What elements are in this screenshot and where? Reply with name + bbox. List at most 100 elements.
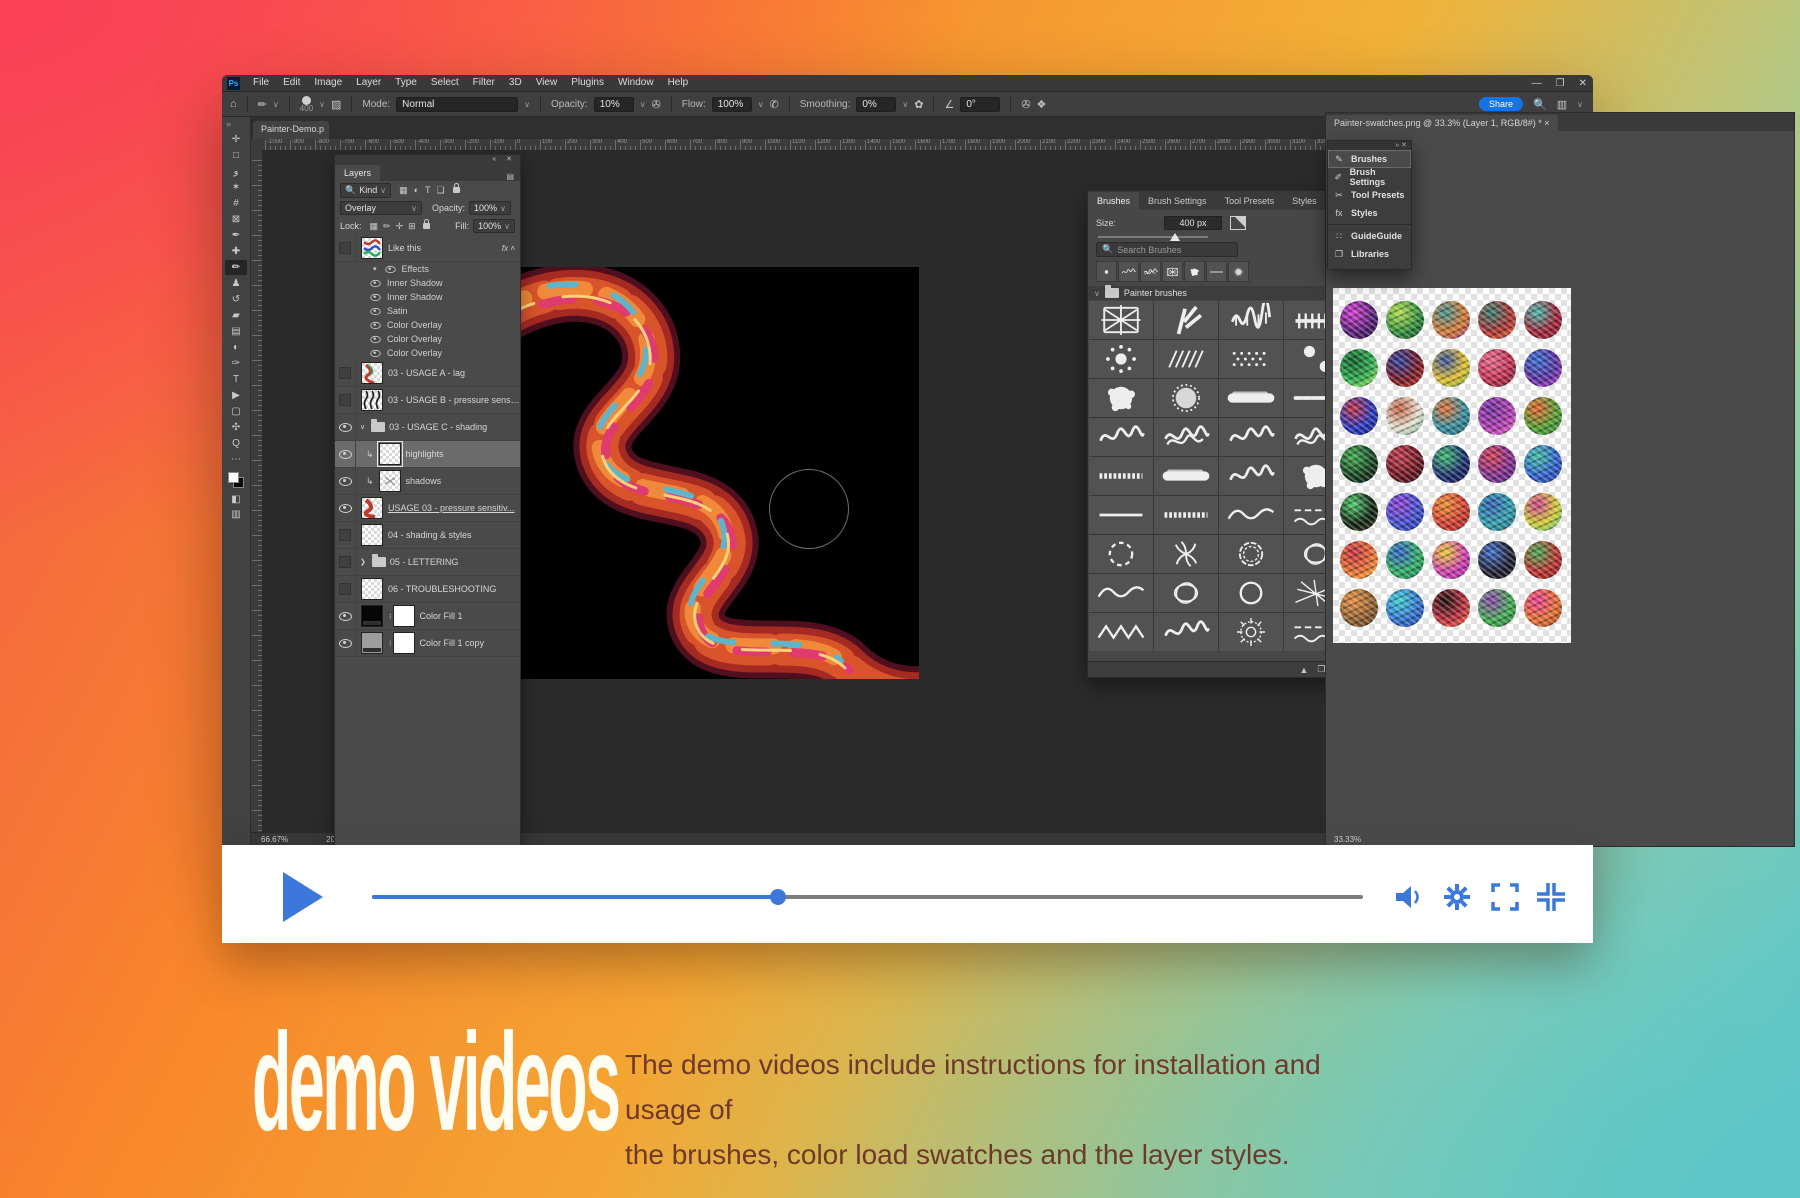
flow-dropdown[interactable]: ∨ [758, 100, 764, 109]
brush-preset-wave[interactable] [1089, 574, 1153, 612]
smoothing-field[interactable]: 0% [856, 97, 896, 112]
group-expander[interactable]: ∨ [360, 423, 365, 431]
layer-row[interactable]: ↳shadows [335, 468, 520, 495]
blend-mode-select[interactable]: Overlay ∨ [340, 201, 422, 215]
slider-thumb[interactable] [1170, 233, 1180, 241]
share-button[interactable]: Share [1479, 97, 1523, 111]
menu-plugins[interactable]: Plugins [564, 75, 611, 91]
layer-name[interactable]: Color Fill 1 copy [420, 638, 520, 648]
mode-select[interactable]: Normal [396, 97, 518, 112]
workspace-icon[interactable]: ▥ [1557, 98, 1567, 111]
effect-visibility-eye[interactable] [370, 349, 380, 356]
brush-preset-scribblecircle[interactable] [1154, 574, 1218, 612]
visibility-toggle[interactable] [335, 603, 356, 629]
tab-brush-settings[interactable]: Brush Settings [1139, 192, 1216, 210]
flyout-tool-presets[interactable]: ✂Tool Presets [1328, 186, 1411, 204]
recent-brush-blob[interactable] [1184, 261, 1205, 282]
recent-brush-speckle[interactable] [1228, 261, 1249, 282]
layer-thumbnail[interactable] [379, 470, 401, 492]
visibility-toggle[interactable] [335, 576, 356, 602]
fill-swatch-thumbnail[interactable] [361, 605, 383, 627]
gradient-tool[interactable]: ▤ [225, 324, 247, 339]
flow-field[interactable]: 100% [712, 97, 752, 112]
airbrush-icon[interactable]: ✆ [770, 98, 779, 111]
effect-visibility-eye[interactable] [370, 321, 380, 328]
settings-gear-icon[interactable] [1441, 881, 1473, 913]
brush-preset-scribble[interactable] [1154, 613, 1218, 651]
mode-dropdown[interactable]: ∨ [524, 100, 530, 109]
filter-type-icon[interactable]: T [425, 185, 431, 196]
effect-row[interactable]: Color Overlay [335, 332, 520, 346]
brush-preset-wave[interactable] [1219, 496, 1283, 534]
angle-up-icon[interactable]: ▲ [1300, 665, 1309, 675]
effect-row[interactable]: Inner Shadow [335, 276, 520, 290]
volume-icon[interactable] [1393, 881, 1425, 913]
type-tool[interactable]: T [225, 372, 247, 387]
canvas[interactable] [511, 267, 919, 679]
opacity-field[interactable]: 10% [594, 97, 634, 112]
layer-fx-badge[interactable]: fx ˄ [502, 244, 515, 253]
menu-view[interactable]: View [529, 75, 565, 91]
recent-brush-flatline[interactable] [1206, 261, 1227, 282]
brush-size-field[interactable]: 400 px [1164, 216, 1222, 230]
brush-preset-roughstroke[interactable] [1219, 379, 1283, 417]
brush-preset-flatline[interactable] [1089, 496, 1153, 534]
minimize-icon[interactable]: — [1532, 78, 1542, 89]
flyout-libraries[interactable]: ❐Libraries [1328, 245, 1411, 263]
brush-preset-densescribble[interactable] [1154, 418, 1218, 456]
layer-thumbnail[interactable] [361, 362, 383, 384]
panel-menu-icon[interactable]: ▤ [506, 172, 514, 181]
effect-row[interactable]: Satin [335, 304, 520, 318]
menu-3d[interactable]: 3D [502, 75, 529, 91]
brush-preset-scratch[interactable] [1219, 301, 1283, 339]
effect-visibility-eye[interactable] [370, 279, 380, 286]
menu-select[interactable]: Select [424, 75, 466, 91]
layer-thumbnail[interactable] [361, 524, 383, 546]
brush-group-header[interactable]: ∨ Painter brushes [1088, 286, 1356, 300]
menu-edit[interactable]: Edit [276, 75, 307, 91]
toolbar-ellipsis[interactable]: ⋯ [225, 452, 247, 467]
visibility-toggle[interactable] [335, 360, 356, 386]
flyout-guideguide[interactable]: ∷GuideGuide [1328, 227, 1411, 245]
layer-name[interactable]: 03 - USAGE A - lag [388, 368, 520, 378]
layer-row[interactable]: ⁝Color Fill 1 copy [335, 630, 520, 657]
brush-tool-preset-icon[interactable]: ✏ [258, 98, 267, 111]
brush-preset-dotring[interactable] [1089, 340, 1153, 378]
effects-header-row[interactable]: ▾Effects [335, 262, 520, 276]
restore-icon[interactable]: ❐ [1556, 78, 1565, 89]
pressure-opacity-icon[interactable]: ✇ [652, 98, 661, 111]
recent-brush-scribble[interactable] [1118, 261, 1139, 282]
layer-thumbnail[interactable] [361, 497, 383, 519]
exit-fullscreen-icon[interactable] [1535, 881, 1567, 913]
tab-brushes[interactable]: Brushes [1088, 192, 1139, 210]
tab-tool-presets[interactable]: Tool Presets [1216, 192, 1284, 210]
visibility-toggle[interactable] [335, 522, 356, 548]
home-icon[interactable]: ⌂ [230, 98, 237, 110]
filter-shape-icon[interactable]: ❏ [437, 185, 445, 196]
foreground-color-swatch[interactable] [228, 472, 239, 483]
layer-name[interactable]: 06 - TROUBLESHOOTING [388, 584, 520, 594]
crop-tool[interactable]: # [225, 196, 247, 211]
path-select-tool[interactable]: ▶ [225, 388, 247, 403]
pen-tool[interactable]: ✑ [225, 356, 247, 371]
brush-preset-web[interactable] [1089, 301, 1153, 339]
layer-name[interactable]: Like this [388, 243, 502, 253]
layer-name[interactable]: shadows [406, 476, 520, 486]
tab-close-icon[interactable]: × [1544, 118, 1549, 128]
brush-preset-texline[interactable] [1154, 496, 1218, 534]
play-button[interactable] [283, 872, 323, 922]
layer-name[interactable]: 05 - LETTERING [390, 557, 520, 567]
fill-field[interactable]: 100%∨ [473, 219, 515, 233]
recent-brush-dot[interactable] [1096, 261, 1117, 282]
brush-preview-toggle-icon[interactable] [1230, 216, 1246, 230]
marquee-tool[interactable]: □ [225, 148, 247, 163]
eyedropper-tool[interactable]: ✒ [225, 228, 247, 243]
shape-tool[interactable]: ▢ [225, 404, 247, 419]
brush-preset-ring[interactable] [1219, 574, 1283, 612]
flyout-header[interactable]: » ✕ [1328, 141, 1411, 150]
menu-type[interactable]: Type [388, 75, 424, 91]
flyout-brushes[interactable]: ✎Brushes [1328, 150, 1411, 168]
opacity-dropdown[interactable]: ∨ [640, 100, 646, 109]
menu-filter[interactable]: Filter [466, 75, 502, 91]
brush-preset-wavycircle[interactable] [1219, 535, 1283, 573]
